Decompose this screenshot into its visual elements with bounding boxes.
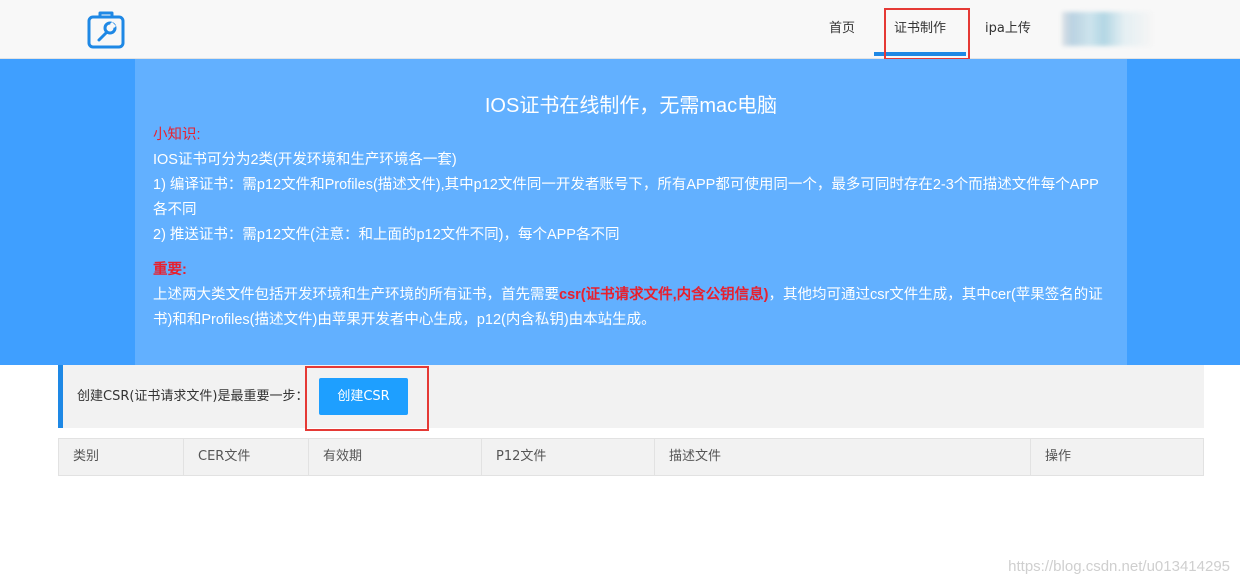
csr-section: 创建CSR(证书请求文件)是最重要一步： 创建CSR <box>58 365 1204 428</box>
info-panel: IOS证书在线制作，无需mac电脑 小知识: IOS证书可分为2类(开发环境和生… <box>135 59 1127 365</box>
column-header-category: 类别 <box>59 439 184 475</box>
important-highlight: csr(证书请求文件,内含公钥信息) <box>559 287 769 303</box>
column-header-profile: 描述文件 <box>655 439 1031 475</box>
column-header-p12: P12文件 <box>482 439 655 475</box>
watermark-text: https://blog.csdn.net/u013414295 <box>1008 558 1230 575</box>
important-text-before: 上述两大类文件包括开发环境和生产环境的所有证书，首先需要 <box>153 287 559 303</box>
user-avatar[interactable] <box>1062 12 1152 46</box>
tips-line-2: 1) 编译证书：需p12文件和Profiles(描述文件),其中p12文件同一开… <box>153 177 1099 218</box>
tips-line-3: 2) 推送证书：需p12文件(注意：和上面的p12文件不同)，每个APP各不同 <box>153 227 620 243</box>
column-header-actions: 操作 <box>1045 449 1072 464</box>
column-header-validity: 有效期 <box>309 439 482 475</box>
nav-home[interactable]: 首页 <box>829 0 855 58</box>
nav-active-indicator <box>874 52 966 56</box>
tips-title: 小知识: <box>153 127 201 143</box>
csr-label: 创建CSR(证书请求文件)是最重要一步： <box>77 389 309 404</box>
important-body: 上述两大类文件包括开发环境和生产环境的所有证书，首先需要csr(证书请求文件,内… <box>153 283 1108 333</box>
create-csr-button[interactable]: 创建CSR <box>319 378 408 415</box>
column-header-cer: CER文件 <box>184 439 309 475</box>
nav-cert-making[interactable]: 证书制作 <box>894 0 946 58</box>
info-banner: IOS证书在线制作，无需mac电脑 小知识: IOS证书可分为2类(开发环境和生… <box>0 59 1240 365</box>
toolbox-wrench-icon[interactable] <box>86 9 126 49</box>
tips-line-1: IOS证书可分为2类(开发环境和生产环境各一套) <box>153 152 457 168</box>
top-header: 首页 证书制作 ipa上传 <box>0 0 1240 59</box>
important-title: 重要: <box>153 262 187 278</box>
certificate-table-header: 类别 CER文件 有效期 P12文件 描述文件 操作 <box>58 438 1204 476</box>
nav-ipa-upload[interactable]: ipa上传 <box>985 0 1031 58</box>
banner-title: IOS证书在线制作，无需mac电脑 <box>484 95 778 117</box>
